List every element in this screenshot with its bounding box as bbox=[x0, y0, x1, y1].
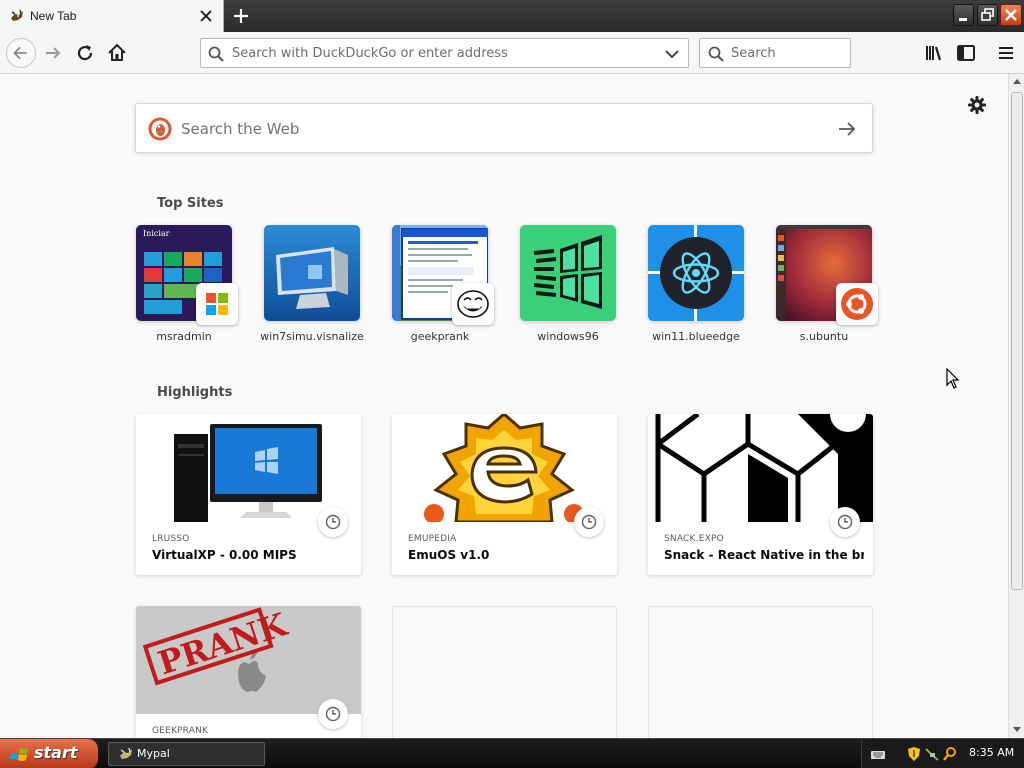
web-search-input[interactable] bbox=[181, 114, 801, 144]
taskbar-item-mypal[interactable]: Mypal bbox=[108, 742, 265, 766]
sidebar-icon[interactable] bbox=[953, 40, 979, 66]
windows-flag-icon bbox=[10, 747, 28, 761]
keyboard-icon[interactable] bbox=[870, 746, 886, 762]
chevron-down-icon[interactable] bbox=[663, 45, 681, 63]
security-shield-icon[interactable] bbox=[906, 746, 922, 762]
card-title: Snack - React Native in the bro... bbox=[664, 548, 864, 562]
top-site-windows96[interactable]: windows96 bbox=[512, 225, 624, 350]
start-label: start bbox=[34, 743, 78, 762]
highlight-card-virtualxp[interactable]: LRUSSO VirtualXP - 0.00 MIPS bbox=[136, 414, 361, 575]
scroll-up-arrow-icon[interactable] bbox=[1009, 74, 1024, 90]
top-site-label: geekprank bbox=[410, 330, 470, 343]
svg-text:Iniciar: Iniciar bbox=[143, 229, 170, 238]
top-site-msradmin[interactable]: Iniciar msradmin bbox=[128, 225, 240, 350]
search-icon bbox=[208, 46, 224, 62]
restore-window-button[interactable] bbox=[977, 4, 998, 26]
top-site-label: win7simu.visnalize bbox=[260, 330, 364, 343]
virtualxp-pc-image bbox=[136, 414, 361, 522]
new-tab-plus-icon[interactable] bbox=[228, 4, 254, 28]
taskbar-item-label: Mypal bbox=[137, 747, 170, 760]
restore-icon bbox=[981, 8, 994, 21]
arrow-right-icon[interactable] bbox=[836, 118, 858, 140]
library-icon[interactable] bbox=[921, 40, 947, 66]
top-site-win11-blueedge[interactable]: win11.blueedge bbox=[640, 225, 752, 350]
top-sites-heading: Top Sites bbox=[157, 196, 224, 211]
search-bar[interactable] bbox=[699, 38, 851, 68]
navigation-toolbar bbox=[0, 32, 1024, 74]
highlight-card-snack[interactable]: SNACK.EXPO Snack - React Native in the b… bbox=[648, 414, 873, 575]
scrollbar-thumb[interactable] bbox=[1011, 92, 1023, 590]
top-site-geekprank[interactable]: geekprank bbox=[384, 225, 496, 350]
snack-expo-cubes-image bbox=[648, 414, 873, 522]
card-title: VirtualXP - 0.00 MIPS bbox=[152, 548, 297, 562]
ubuntu-logo-badge-icon bbox=[836, 283, 878, 325]
highlight-card-geekprank[interactable]: PRANK GEEKPRANK bbox=[136, 606, 361, 738]
reload-icon[interactable] bbox=[72, 40, 98, 66]
home-icon[interactable] bbox=[104, 40, 130, 66]
highlight-card-emuos[interactable]: EMUPEDIA EmuOS v1.0 bbox=[392, 414, 617, 575]
desktop-screen: New Tab Search with DuckDuckGo or enter … bbox=[0, 0, 1024, 768]
top-site-label: s.ubuntu bbox=[799, 330, 849, 343]
mouse-cursor-icon bbox=[946, 368, 960, 389]
windows7-computer-thumbnail bbox=[264, 225, 360, 321]
web-search-box[interactable] bbox=[135, 103, 873, 153]
scroll-down-arrow-icon[interactable] bbox=[1009, 721, 1024, 737]
close-window-button[interactable] bbox=[1000, 4, 1022, 26]
taskbar: start Mypal 8:35 AM bbox=[0, 738, 1024, 768]
react-atom-logo bbox=[648, 225, 744, 321]
minimize-icon bbox=[959, 18, 967, 21]
tab-title: New Tab bbox=[30, 9, 77, 23]
gear-icon[interactable] bbox=[966, 94, 988, 116]
tab-bar: New Tab bbox=[0, 0, 1024, 33]
close-window-icon bbox=[1005, 9, 1017, 21]
taskbar-clock: 8:35 AM bbox=[969, 746, 1015, 759]
new-tab-page: Top Sites Iniciar bbox=[0, 74, 1008, 738]
minimize-window-button[interactable] bbox=[953, 4, 974, 26]
system-tray: 8:35 AM bbox=[861, 739, 1024, 768]
close-tab-icon[interactable] bbox=[197, 7, 215, 25]
clock-icon bbox=[574, 507, 604, 537]
goat-favicon-icon bbox=[11, 9, 23, 21]
back-arrow-icon[interactable] bbox=[6, 38, 36, 68]
tab-new-tab[interactable]: New Tab bbox=[0, 0, 224, 33]
clock-icon bbox=[318, 699, 348, 729]
emuos-logo-image bbox=[392, 414, 617, 522]
search-input[interactable] bbox=[731, 40, 841, 66]
duckduckgo-logo-icon bbox=[148, 117, 172, 141]
forward-arrow-icon[interactable] bbox=[40, 40, 66, 66]
search-magnifier-tray-icon[interactable] bbox=[942, 746, 958, 762]
empty-highlight-placeholder bbox=[392, 606, 617, 738]
empty-highlight-placeholder bbox=[648, 606, 873, 738]
card-source: EMUPEDIA bbox=[408, 534, 457, 544]
card-source: LRUSSO bbox=[152, 534, 190, 544]
highlights-heading: Highlights bbox=[157, 385, 233, 400]
top-site-win7simu[interactable]: win7simu.visnalize bbox=[256, 225, 368, 350]
top-site-label: win11.blueedge bbox=[652, 330, 740, 343]
vertical-scrollbar[interactable] bbox=[1008, 74, 1024, 738]
prank-apple-image: PRANK bbox=[136, 606, 361, 714]
clock-icon bbox=[830, 507, 860, 537]
address-input[interactable] bbox=[232, 40, 652, 66]
card-source: SNACK.EXPO bbox=[664, 534, 724, 544]
network-icon[interactable] bbox=[924, 746, 940, 762]
search-icon bbox=[708, 46, 724, 62]
clock-icon bbox=[318, 507, 348, 537]
card-source: GEEKPRANK bbox=[152, 726, 209, 736]
top-site-label: windows96 bbox=[537, 330, 599, 343]
windows96-logo bbox=[520, 225, 616, 321]
address-bar[interactable] bbox=[200, 38, 689, 68]
windows-logo-badge-icon bbox=[196, 283, 238, 325]
card-title: EmuOS v1.0 bbox=[408, 548, 490, 562]
start-button[interactable]: start bbox=[0, 739, 98, 768]
trollface-badge-icon bbox=[452, 283, 494, 325]
top-site-label: msradmin bbox=[156, 330, 212, 343]
goat-app-icon bbox=[120, 747, 132, 759]
hamburger-menu-icon[interactable] bbox=[993, 40, 1019, 66]
top-site-ubuntu[interactable]: s.ubuntu bbox=[768, 225, 880, 350]
